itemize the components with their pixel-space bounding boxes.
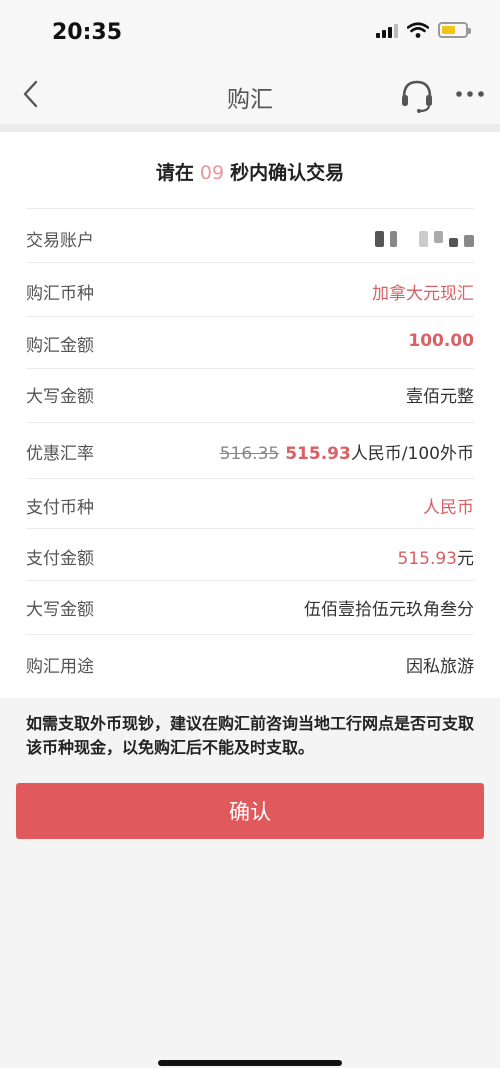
row-pay-amount: 支付金额 515.93元: [26, 528, 474, 580]
more-button[interactable]: [454, 76, 486, 112]
row-amount-words: 大写金额 壹佰元整: [26, 368, 474, 422]
status-icons: [376, 22, 471, 38]
amount-words-value: 壹佰元整: [406, 387, 474, 407]
pay-amount-words-value: 伍佰壹拾伍元玖角叁分: [304, 600, 474, 620]
row-purpose: 购汇用途 因私旅游: [26, 634, 474, 690]
purpose-value: 因私旅游: [406, 657, 474, 677]
home-indicator[interactable]: [158, 1060, 342, 1066]
confirm-button[interactable]: 确认: [16, 783, 484, 839]
old-rate: 516.35: [219, 444, 280, 464]
account-masked-value: [375, 231, 474, 247]
status-time: 20:35: [52, 20, 123, 45]
headset-icon: [402, 80, 432, 113]
rate-value: 516.35 515.93人民币/100外币: [220, 439, 474, 464]
row-pay-amount-words: 大写金额 伍佰壹拾伍元玖角叁分: [26, 580, 474, 634]
row-currency: 购汇币种 加拿大元现汇: [26, 262, 474, 316]
battery-icon: [438, 22, 471, 38]
more-dots-icon: [456, 91, 484, 97]
status-bar: 20:35: [0, 0, 500, 64]
account-label: 交易账户: [26, 231, 94, 251]
customer-service-button[interactable]: [398, 76, 436, 114]
countdown-seconds: 09: [199, 162, 225, 184]
amount-value: 100.00: [408, 331, 474, 351]
row-rate: 优惠汇率 516.35 515.93人民币/100外币: [26, 422, 474, 478]
nav-bar: 购汇: [0, 64, 500, 124]
detail-list: 交易账户 购汇币种 加拿大元现汇 购汇金额 100.00 大写金额 壹佰元整 优…: [26, 208, 474, 690]
row-account: 交易账户: [26, 208, 474, 262]
rate-unit: 人民币/100外币: [350, 444, 474, 464]
wifi-icon: [407, 22, 429, 38]
row-pay-currency: 支付币种 人民币: [26, 478, 474, 528]
row-amount: 购汇金额 100.00: [26, 316, 474, 368]
cash-notice: 如需支取外币现钞，建议在购汇前咨询当地工行网点是否可支取该币种现金，以免购汇后不…: [26, 714, 475, 757]
pay-currency-value: 人民币: [423, 498, 474, 518]
currency-value: 加拿大元现汇: [372, 284, 474, 304]
new-rate: 515.93: [285, 444, 351, 464]
separator: [0, 124, 500, 132]
signal-icon: [376, 23, 398, 38]
pay-amount-value: 515.93元: [397, 549, 474, 569]
countdown-text: 请在 09 秒内确认交易: [155, 162, 345, 184]
transaction-card: 请在 09 秒内确认交易 交易账户 购汇币种 加拿大元现汇 购汇金额 100.00 …: [0, 132, 500, 698]
